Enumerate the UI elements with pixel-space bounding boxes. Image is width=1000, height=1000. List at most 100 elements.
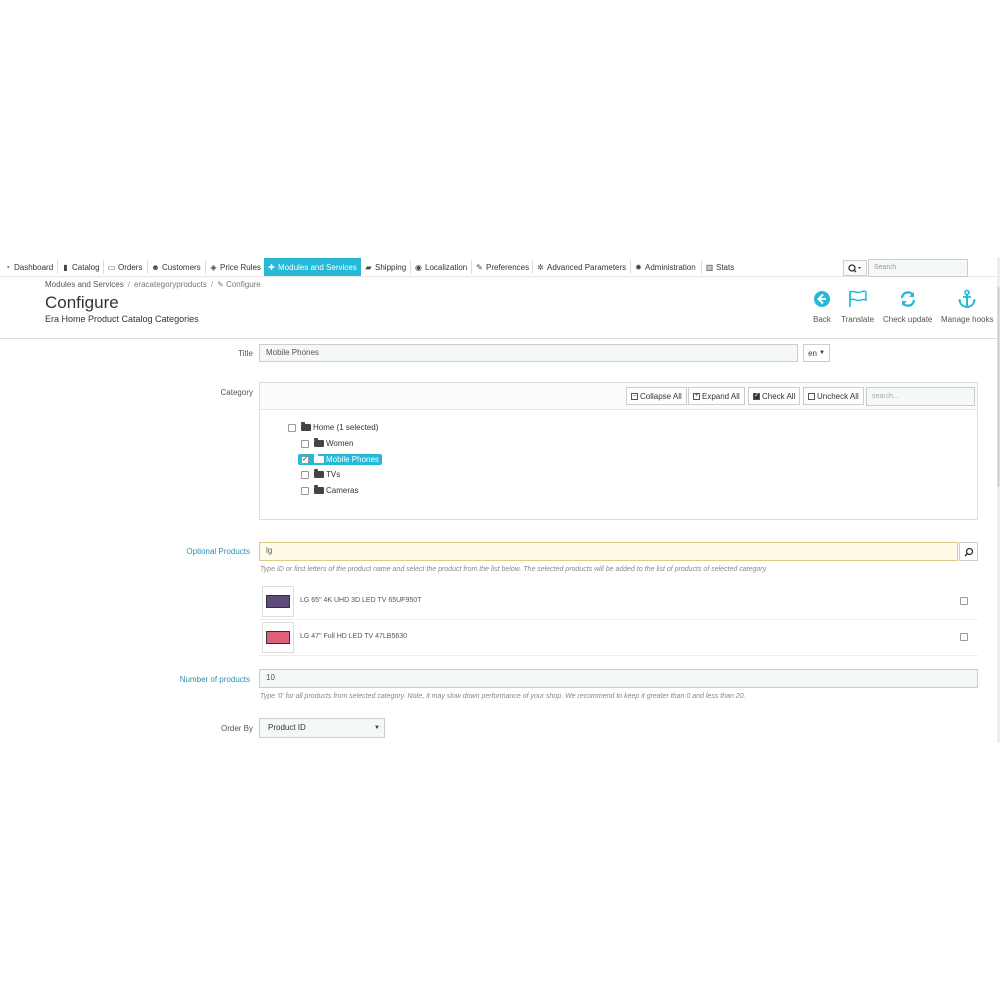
caret-down-icon: ▼ [818, 350, 825, 356]
nav-item-price-rules[interactable]: ◈ Price Rules [209, 258, 264, 276]
collapse-all-button[interactable]: – Collapse All [626, 387, 687, 405]
translate-button[interactable]: Translate [841, 289, 874, 324]
nav-item-dashboard[interactable]: ◔ Dashboard [3, 258, 56, 276]
screenshot-region: ◔ Dashboard ▮ Catalog ▭ Orders ☻ Customers ◈… [0, 257, 1000, 743]
gear-icon: ✹ [635, 262, 642, 272]
caret-down-icon: ▼ [374, 725, 380, 731]
page-subtitle: Era Home Product Catalog Categories [45, 314, 199, 324]
anchor-icon [958, 289, 977, 308]
nav-separator [147, 260, 148, 274]
category-tree-toolbar: – Collapse All + Expand All ✓ Check All Unc… [260, 383, 977, 410]
search-input[interactable]: Search [868, 259, 968, 277]
optional-products-label: Optional Products [186, 547, 250, 556]
nav-item-orders[interactable]: ▭ Orders [107, 258, 145, 276]
tree-node-cameras[interactable]: Cameras [301, 485, 358, 495]
optional-products-help: Type ID or first letters of the product … [260, 566, 768, 573]
category-checkbox[interactable] [288, 423, 296, 432]
breadcrumb-item-modules[interactable]: Modules and Services [45, 280, 124, 289]
folder-icon [314, 438, 324, 447]
tv-image [266, 595, 290, 608]
breadcrumb-separator: / [210, 280, 214, 289]
nav-separator [103, 260, 104, 274]
nav-separator [532, 260, 533, 274]
number-of-products-input[interactable]: 10 [259, 669, 978, 688]
nav-item-stats[interactable]: ▥ Stats [705, 258, 737, 276]
nav-separator [701, 260, 702, 274]
breadcrumb-item-module[interactable]: eracategoryproducts [134, 280, 207, 289]
book-icon: ▮ [63, 262, 68, 272]
language-dropdown[interactable]: en ▼ [803, 344, 830, 362]
category-checkbox[interactable] [301, 439, 309, 448]
check-all-button[interactable]: ✓ Check All [748, 387, 801, 405]
search-type-dropdown[interactable] [843, 260, 867, 276]
category-search-input[interactable]: search... [866, 387, 975, 406]
nav-item-advanced-parameters[interactable]: ✲ Advanced Parameters [536, 258, 629, 276]
uncheck-all-button[interactable]: Uncheck All [803, 387, 864, 405]
minus-square-icon: – [631, 392, 638, 400]
manage-hooks-button[interactable]: Manage hooks [941, 289, 993, 324]
nav-item-catalog[interactable]: ▮ Catalog [61, 258, 103, 276]
dashboard-icon: ◔ [5, 262, 10, 272]
product-name: LG 65" 4K UHD 3D LED TV 65UF950T [300, 597, 422, 604]
product-thumbnail [262, 622, 294, 653]
title-label: Title [238, 349, 253, 358]
page-header: Modules and Services / eracategoryproduc… [0, 277, 997, 339]
nav-item-customers[interactable]: ☻ Customers [151, 258, 204, 276]
tree-node-women[interactable]: Women [301, 438, 353, 448]
breadcrumb: Modules and Services / eracategoryproduc… [45, 280, 261, 289]
nav-separator [205, 260, 206, 274]
credit-card-icon: ▭ [107, 262, 116, 272]
nav-item-modules[interactable]: ✚ Modules and Services [264, 258, 361, 276]
empty-square-icon [808, 392, 815, 400]
title-input[interactable]: Mobile Phones [259, 344, 798, 362]
category-checkbox-checked[interactable]: ✓ [301, 455, 309, 464]
top-nav: ◔ Dashboard ▮ Catalog ▭ Orders ☻ Customers ◈… [0, 257, 1000, 277]
product-checkbox[interactable] [960, 597, 968, 605]
wrench-icon: ✎ [476, 262, 483, 272]
cogs-icon: ✲ [537, 262, 544, 272]
product-row: LG 65" 4K UHD 3D LED TV 65UF950T [259, 584, 978, 620]
check-update-button[interactable]: Check update [883, 289, 932, 324]
back-button[interactable]: Back [812, 289, 832, 324]
nav-separator [410, 260, 411, 274]
nav-item-administration[interactable]: ✹ Administration [634, 258, 699, 276]
tree-node-mobile-phones[interactable]: ✓ Mobile Phones [298, 454, 382, 465]
flag-icon [848, 290, 867, 307]
category-checkbox[interactable] [301, 486, 309, 495]
nav-item-localization[interactable]: ◉ Localization [414, 258, 470, 276]
folder-icon [314, 485, 324, 494]
check-square-icon: ✓ [753, 392, 760, 400]
globe-icon: ◉ [415, 262, 422, 272]
order-by-select[interactable]: Product ID ▼ [259, 718, 385, 738]
nav-item-shipping[interactable]: ▰ Shipping [364, 258, 409, 276]
folder-open-icon [301, 422, 311, 431]
number-of-products-help: Type '0' for all products from selected … [260, 693, 746, 700]
product-search-button[interactable] [959, 542, 978, 561]
tree-node-home[interactable]: Home (1 selected) [288, 422, 378, 432]
optional-products-input[interactable]: lg [259, 542, 958, 561]
truck-icon: ▰ [365, 262, 372, 272]
product-checkbox[interactable] [960, 633, 968, 641]
search-icon [848, 263, 861, 272]
tv-image [266, 631, 290, 644]
number-of-products-label: Number of products [179, 675, 250, 684]
wrench-icon: ✎ [217, 280, 224, 289]
expand-all-button[interactable]: + Expand All [688, 387, 745, 405]
nav-item-preferences[interactable]: ✎ Preferences [475, 258, 532, 276]
nav-separator [471, 260, 472, 274]
nav-separator [57, 260, 58, 274]
back-arrow-icon [814, 291, 830, 307]
users-icon: ☻ [151, 262, 160, 272]
breadcrumb-item-configure: ✎ Configure [217, 280, 261, 289]
product-name: LG 47" Full HD LED TV 47LB5630 [300, 633, 408, 640]
category-checkbox[interactable] [301, 470, 309, 479]
product-row: LG 47" Full HD LED TV 47LB5630 [259, 620, 978, 656]
tree-node-tvs[interactable]: TVs [301, 469, 340, 479]
nav-separator [630, 260, 631, 274]
tags-icon: ◈ [210, 262, 217, 272]
category-label: Category [220, 388, 253, 397]
plus-square-icon: + [693, 392, 700, 400]
page-title: Configure [45, 293, 119, 312]
puzzle-icon: ✚ [268, 262, 275, 272]
product-thumbnail [262, 586, 294, 617]
